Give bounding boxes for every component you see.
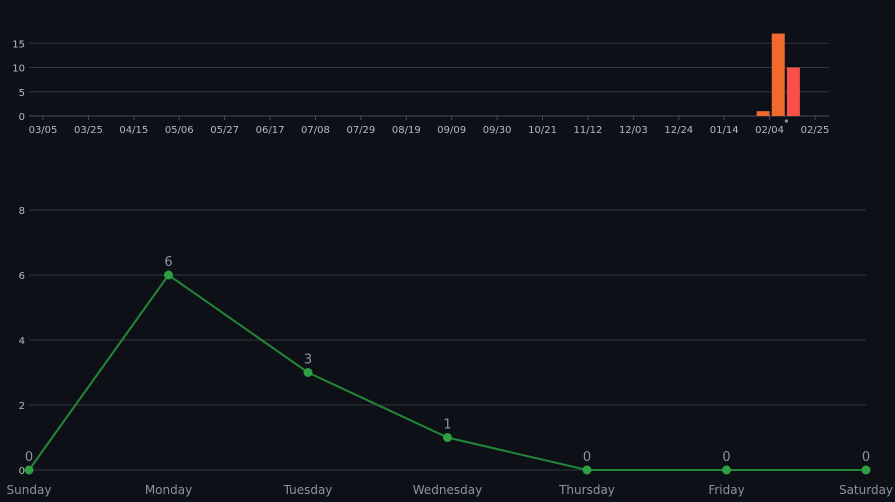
data-label: 0 — [583, 450, 591, 465]
y-tick-label: 4 — [19, 336, 25, 347]
data-point — [582, 465, 592, 475]
x-tick-label: Thursday — [558, 483, 615, 497]
data-label: 3 — [304, 353, 312, 368]
data-point — [164, 270, 173, 280]
x-tick-label: Wednesday — [413, 483, 482, 497]
data-label: 0 — [862, 450, 870, 465]
x-tick-label: Tuesday — [283, 483, 333, 497]
data-point — [861, 465, 871, 475]
data-point — [443, 433, 452, 442]
y-tick-label: 6 — [19, 271, 25, 282]
data-point — [303, 368, 313, 377]
x-tick-label: Saturday — [839, 483, 893, 497]
data-label: 0 — [722, 450, 730, 465]
data-label: 1 — [443, 418, 451, 433]
chart-container: 0 5 10 15 03/05 03/25 04/15 05/06 05/27 06/17 07/0… — [0, 0, 895, 502]
weekday-line-chart: 0 2 4 6 8 Sunday Monday Tuesday Wednesday Thursda… — [7, 206, 893, 497]
x-tick-label: Sunday — [7, 483, 52, 497]
y-tick-label: 0 — [19, 466, 25, 477]
data-point — [722, 465, 731, 475]
x-tick-label: Monday — [145, 483, 192, 497]
y-tick-label: 2 — [19, 401, 25, 412]
data-label: 0 — [25, 450, 33, 465]
data-point — [24, 465, 34, 475]
data-label: 6 — [164, 255, 172, 270]
y-tick-label: 8 — [19, 206, 25, 217]
x-tick-label: Friday — [708, 483, 744, 497]
